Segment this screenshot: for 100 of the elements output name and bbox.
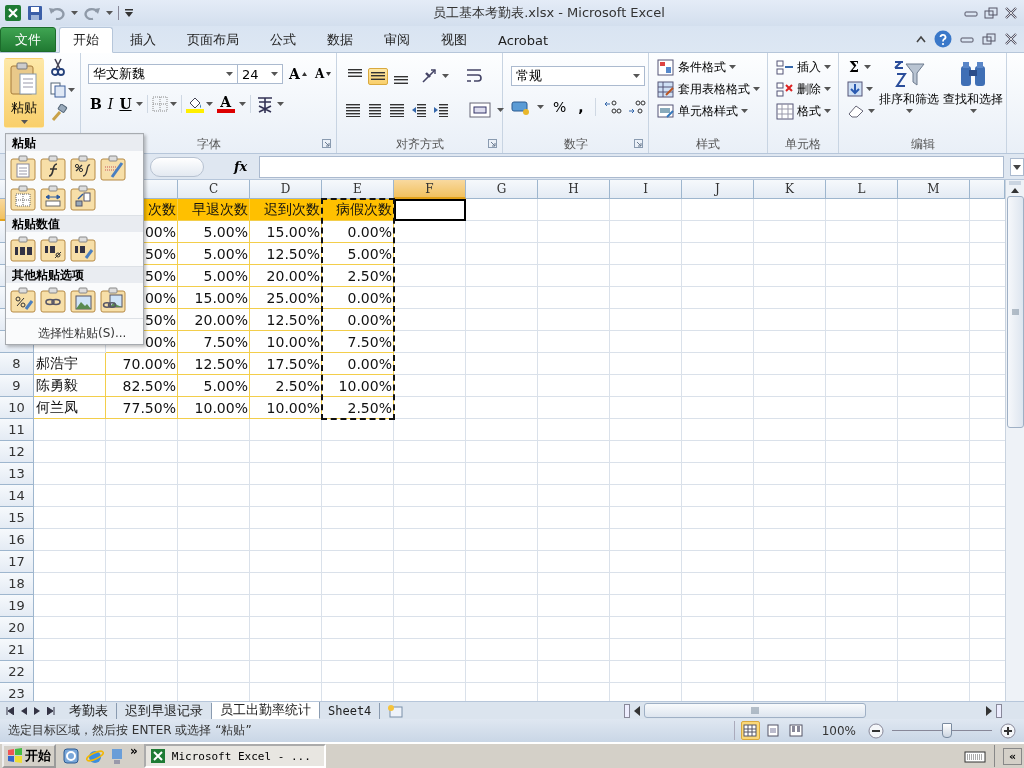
column-header[interactable]: H	[538, 180, 610, 199]
font-size-field[interactable]: 24	[237, 64, 283, 84]
close-icon[interactable]	[1004, 7, 1018, 19]
browser-icon[interactable]	[62, 747, 80, 765]
page-break-view-button[interactable]	[786, 721, 806, 740]
fill-color-icon[interactable]	[185, 95, 204, 113]
split-handle-icon[interactable]	[624, 703, 630, 718]
zoom-in-icon[interactable]	[1000, 722, 1016, 739]
row-header[interactable]: 20	[0, 617, 34, 639]
column-header[interactable]: M	[898, 180, 970, 199]
row-header[interactable]: 23	[0, 683, 34, 701]
caret-icon[interactable]	[753, 87, 760, 91]
scissors-icon[interactable]	[50, 58, 66, 76]
ribbon-tab[interactable]: 公式	[256, 28, 310, 52]
find-select-button[interactable]: 查找和选择	[943, 56, 1003, 135]
sheet-tab[interactable]: 员工出勤率统计	[212, 702, 320, 719]
fill-down-icon[interactable]	[847, 81, 863, 97]
paste-special-menu-item[interactable]: 选择性粘贴(S)...	[6, 318, 143, 347]
sheet-tab[interactable]: 考勤表	[61, 702, 117, 719]
column-header[interactable]: G	[466, 180, 538, 199]
horizontal-scroll-thumb[interactable]	[644, 703, 866, 718]
row-header[interactable]: 14	[0, 485, 34, 507]
row-header[interactable]: 11	[0, 419, 34, 441]
normal-view-button[interactable]	[740, 721, 760, 740]
paste-option-icon[interactable]	[40, 155, 66, 181]
column-header[interactable]: K	[754, 180, 826, 199]
row-header[interactable]: 16	[0, 529, 34, 551]
caret-icon[interactable]	[537, 105, 544, 109]
dialog-launcher-icon[interactable]	[322, 139, 331, 148]
taskbar-window-button[interactable]: Microsoft Excel - ...	[143, 744, 326, 768]
paste-option-icon[interactable]	[40, 185, 66, 211]
paste-option-icon[interactable]	[70, 155, 96, 181]
row-header[interactable]: 13	[0, 463, 34, 485]
ribbon-tab[interactable]: 审阅	[370, 28, 424, 52]
caret-icon[interactable]	[969, 109, 977, 113]
caret-icon[interactable]	[271, 72, 278, 76]
eraser-icon[interactable]	[847, 104, 865, 118]
close-icon[interactable]	[1004, 33, 1018, 45]
caret-icon[interactable]	[868, 109, 875, 113]
help-icon[interactable]	[934, 30, 952, 48]
grow-font-button[interactable]: A	[287, 64, 309, 84]
caret-icon[interactable]	[71, 11, 78, 15]
split-handle-icon[interactable]	[996, 703, 1002, 718]
dialog-launcher-icon[interactable]	[488, 139, 497, 148]
shrink-font-button[interactable]: A	[312, 65, 334, 83]
align-middle-button[interactable]	[368, 67, 388, 85]
collapse-ribbon-icon[interactable]	[916, 35, 926, 43]
column-header[interactable]: E	[322, 180, 394, 199]
align-left-icon[interactable]	[345, 103, 361, 117]
autosum-button[interactable]: Σ	[847, 57, 861, 77]
ribbon-tab[interactable]: 开始	[59, 27, 113, 53]
active-cell[interactable]	[394, 199, 466, 221]
font-color-button[interactable]: A	[214, 93, 237, 115]
row-header[interactable]: 8	[0, 353, 34, 375]
previous-sheet-icon[interactable]	[21, 706, 27, 715]
text-orientation-icon[interactable]	[421, 68, 439, 84]
row-header[interactable]: 19	[0, 595, 34, 617]
column-header[interactable]: D	[250, 180, 322, 199]
zoom-out-icon[interactable]	[868, 722, 884, 739]
caret-icon[interactable]	[633, 74, 640, 78]
more-launchers-button[interactable]: »	[130, 744, 138, 758]
caret-icon[interactable]	[824, 109, 831, 113]
zoom-level[interactable]: 100%	[821, 723, 856, 738]
row-header[interactable]: 17	[0, 551, 34, 573]
paste-option-icon[interactable]	[10, 236, 36, 262]
caret-icon[interactable]	[866, 87, 873, 91]
paste-button[interactable]: 粘贴	[4, 58, 44, 128]
caret-icon[interactable]	[205, 102, 213, 106]
caret-icon[interactable]	[442, 74, 449, 78]
caret-icon[interactable]	[497, 108, 504, 112]
increase-indent-icon[interactable]	[433, 103, 449, 117]
caret-icon[interactable]	[169, 102, 177, 106]
restore-icon[interactable]	[984, 7, 998, 19]
decrease-decimal-icon[interactable]	[627, 99, 646, 115]
ribbon-tab[interactable]: 视图	[427, 28, 481, 52]
ribbon-menu-button[interactable]: 单元格样式	[657, 100, 760, 122]
sort-filter-button[interactable]: 排序和筛选	[879, 56, 939, 135]
insert-function-button[interactable]: fx	[228, 159, 254, 174]
sheet-tab[interactable]: Sheet4	[320, 702, 381, 719]
formula-input-field[interactable]	[259, 155, 1004, 178]
file-tab[interactable]: 文件	[0, 27, 56, 52]
row-header[interactable]: 12	[0, 441, 34, 463]
copy-icon[interactable]	[50, 82, 66, 98]
save-icon[interactable]	[27, 5, 43, 21]
paste-option-icon[interactable]	[10, 287, 36, 313]
italic-button[interactable]: I	[105, 94, 116, 114]
keyboard-icon[interactable]	[963, 749, 986, 763]
paste-option-icon[interactable]	[70, 236, 96, 262]
row-header[interactable]: 10	[0, 397, 34, 419]
caret-icon[interactable]	[905, 109, 913, 113]
zoom-slider-thumb[interactable]	[942, 723, 952, 738]
last-sheet-icon[interactable]	[47, 706, 55, 715]
percent-button[interactable]: %	[550, 97, 570, 117]
format-painter-icon[interactable]	[50, 104, 68, 122]
caret-icon[interactable]	[741, 109, 748, 113]
caret-icon[interactable]	[276, 102, 284, 106]
row-header[interactable]: 18	[0, 573, 34, 595]
paste-option-icon[interactable]	[100, 287, 126, 313]
caret-icon[interactable]	[106, 11, 113, 15]
caret-icon[interactable]	[135, 102, 143, 106]
